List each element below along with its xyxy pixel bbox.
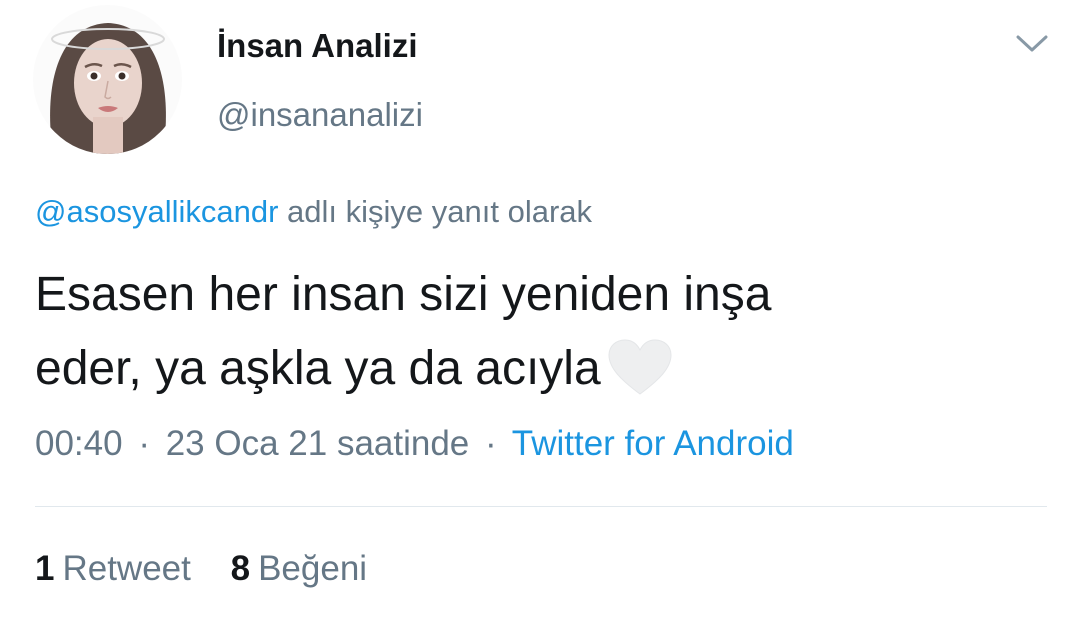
author-handle[interactable]: @insananalizi (217, 96, 423, 134)
retweets-stat[interactable]: 1 Retweet (35, 549, 191, 589)
reply-suffix-text: adlı kişiye yanıt olarak (287, 194, 593, 229)
reply-mention-link[interactable]: @asosyallikcandr (35, 194, 278, 229)
tweet-time[interactable]: 00:40 (35, 424, 123, 463)
tweet-text: Esasen her insan sizi yeniden inşa eder,… (35, 258, 995, 406)
meta-separator: · (485, 424, 497, 463)
white-heart-emoji (607, 338, 673, 396)
tweet-meta: 00:40 · 23 Oca 21 saatinde · Twitter for… (35, 424, 794, 464)
meta-separator: · (138, 424, 150, 463)
avatar-portrait-image (33, 5, 182, 154)
tweet-text-line-2-wrap: eder, ya aşkla ya da acıyla (35, 332, 995, 406)
author-display-name[interactable]: İnsan Analizi (217, 27, 417, 65)
tweet-date[interactable]: 23 Oca 21 saatinde (166, 424, 470, 463)
divider (35, 506, 1047, 507)
tweet-stats: 1 Retweet 8 Beğeni (35, 549, 367, 589)
likes-count: 8 (230, 549, 251, 588)
avatar[interactable] (33, 5, 182, 154)
likes-label: Beğeni (258, 549, 368, 588)
tweet-client-link[interactable]: Twitter for Android (512, 424, 794, 463)
chevron-down-icon[interactable] (1015, 32, 1049, 56)
retweets-label: Retweet (62, 549, 191, 588)
tweet-text-line-2: eder, ya aşkla ya da acıyla (35, 342, 601, 395)
tweet-text-line-1: Esasen her insan sizi yeniden inşa (35, 268, 772, 321)
retweets-count: 1 (35, 549, 55, 588)
reply-context: @asosyallikcandr adlı kişiye yanıt olara… (35, 194, 592, 230)
likes-stat[interactable]: 8 Beğeni (231, 549, 367, 589)
